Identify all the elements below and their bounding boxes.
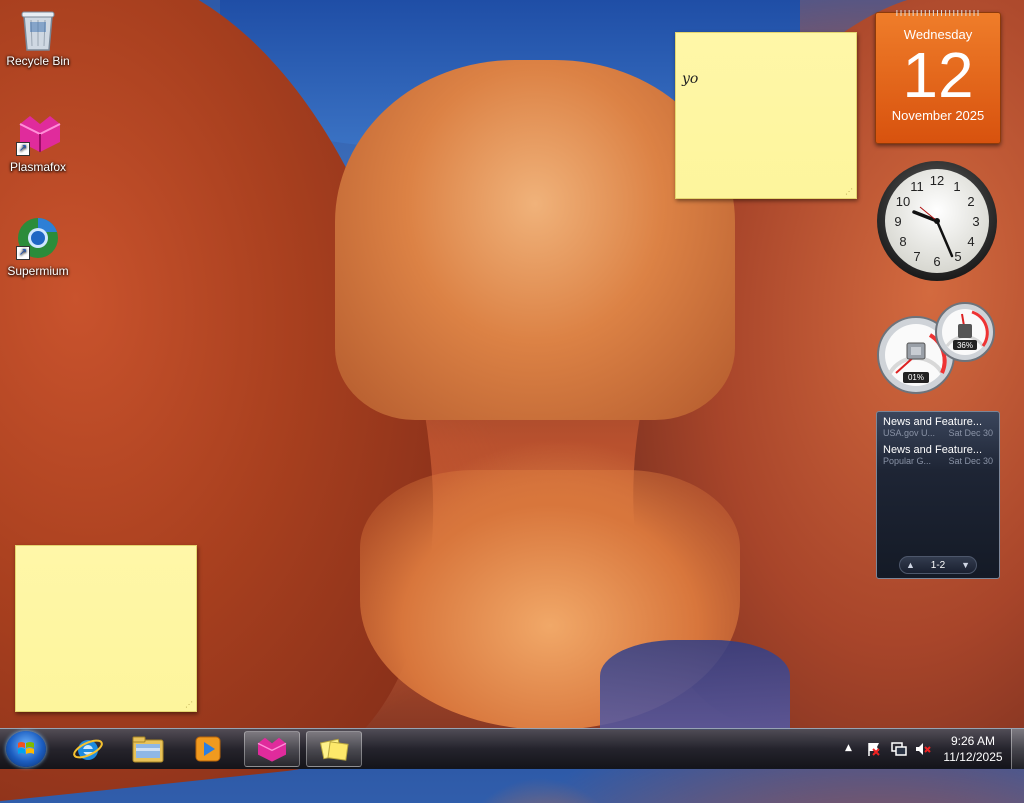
- network-icon[interactable]: [891, 741, 907, 760]
- plasmafox-icon: ↗: [16, 112, 61, 156]
- feed-prev-icon[interactable]: ▲: [906, 560, 915, 570]
- taskbar: ▲ 9:26 AM 11/12/2025: [0, 728, 1024, 769]
- internet-explorer-icon: [73, 739, 103, 760]
- feed-item-source: USA.gov U...: [883, 428, 936, 438]
- feed-pager: ▲ 1-2 ▼: [899, 556, 977, 574]
- svg-text:11: 11: [910, 179, 924, 194]
- shortcut-arrow-icon: ↗: [16, 142, 30, 156]
- feed-item-title: News and Feature...: [883, 444, 983, 456]
- taskbar-internet-explorer[interactable]: [60, 731, 116, 767]
- feed-item[interactable]: News and Feature... USA.gov U... Sat Dec…: [877, 412, 999, 440]
- svg-text:1: 1: [953, 179, 960, 194]
- feed-headlines-gadget[interactable]: News and Feature... USA.gov U... Sat Dec…: [876, 411, 1000, 579]
- windows-start-icon: [18, 742, 34, 754]
- svg-text:4: 4: [967, 234, 974, 249]
- sticky-notes-icon: [319, 738, 349, 761]
- resize-grip-icon[interactable]: ⋰: [185, 700, 193, 709]
- calendar-rings-icon: ııııııııııııııııııııı: [895, 7, 981, 19]
- feed-item[interactable]: News and Feature... Popular G... Sat Dec…: [877, 440, 999, 468]
- svg-text:10: 10: [896, 194, 910, 209]
- calendar-day: 12: [902, 39, 974, 111]
- svg-text:6: 6: [933, 254, 940, 269]
- recycle-bin-icon: [16, 6, 60, 51]
- feed-item-date: Sat Dec 30: [948, 428, 993, 438]
- cpu-value: 01%: [907, 373, 924, 382]
- wallpaper-water: [600, 640, 790, 730]
- feed-page-indicator: 1-2: [930, 559, 946, 571]
- svg-text:9: 9: [894, 214, 901, 229]
- svg-text:3: 3: [972, 214, 979, 229]
- clock-face-icon: 12 1 2 3 4 5 6 7 8 9 10 11: [877, 161, 997, 281]
- shortcut-arrow-icon: ↗: [16, 246, 30, 260]
- memory-value: 36%: [956, 341, 973, 350]
- clock-gadget[interactable]: 12 1 2 3 4 5 6 7 8 9 10 11: [876, 160, 998, 282]
- calendar-gadget[interactable]: ııııııııııııııııııııı Wednesday 12 Novem…: [875, 7, 1001, 144]
- taskbar-file-explorer[interactable]: [120, 731, 176, 767]
- taskbar-plasmafox[interactable]: [244, 731, 300, 767]
- taskbar-time: 9:26 AM: [950, 734, 996, 748]
- file-explorer-icon: [132, 736, 164, 763]
- sticky-note-text[interactable]: yo: [682, 71, 698, 87]
- start-button[interactable]: [6, 731, 46, 767]
- feed-item-source: Popular G...: [883, 456, 932, 466]
- taskbar-date: 11/12/2025: [943, 750, 1003, 764]
- feed-item-title: News and Feature...: [883, 416, 983, 428]
- volume-muted-icon[interactable]: [915, 741, 931, 760]
- svg-text:7: 7: [913, 249, 920, 264]
- memory-meter[interactable]: 36%: [932, 302, 998, 362]
- action-center-flag-icon[interactable]: [866, 741, 882, 760]
- desktop-icon-label: Supermium: [7, 264, 69, 278]
- calendar-month-year: November 2025: [891, 108, 985, 123]
- svg-text:2: 2: [967, 194, 974, 209]
- desktop-icon-recycle-bin[interactable]: Recycle Bin: [0, 6, 76, 68]
- svg-text:8: 8: [899, 234, 906, 249]
- desktop-icon-label: Plasmafox: [9, 160, 67, 174]
- media-player-icon: [195, 736, 221, 762]
- feed-item-date: Sat Dec 30: [948, 456, 993, 466]
- resize-grip-icon[interactable]: ⋰: [845, 187, 853, 196]
- sticky-note[interactable]: ⋰: [15, 545, 197, 712]
- sticky-note[interactable]: yo ⋰: [675, 32, 857, 199]
- supermium-icon: ↗: [16, 216, 60, 260]
- show-desktop-button[interactable]: [1011, 729, 1024, 769]
- desktop-icon-label: Recycle Bin: [6, 54, 70, 68]
- taskbar-clock[interactable]: 9:26 AM 11/12/2025: [940, 733, 1006, 765]
- svg-text:12: 12: [930, 173, 944, 188]
- show-hidden-icons[interactable]: ▲: [845, 743, 852, 753]
- svg-text:5: 5: [954, 249, 961, 264]
- plasmafox-icon: [257, 737, 287, 762]
- memory-gauge-icon: [935, 302, 995, 362]
- desktop-icon-plasmafox[interactable]: ↗ Plasmafox: [0, 112, 76, 174]
- taskbar-sticky-notes[interactable]: [306, 731, 362, 767]
- taskbar-media-player[interactable]: [180, 731, 236, 767]
- desktop-icon-supermium[interactable]: ↗ Supermium: [0, 216, 76, 278]
- feed-next-icon[interactable]: ▼: [961, 560, 970, 570]
